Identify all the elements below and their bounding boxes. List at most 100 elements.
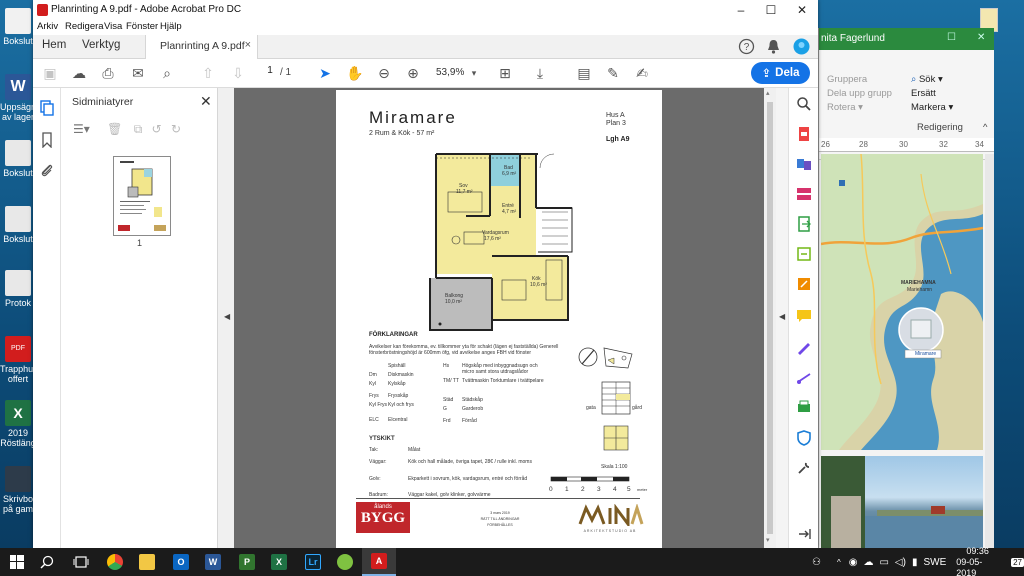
desktop-icon-6[interactable]: PDF Trapphus offert	[0, 336, 38, 384]
menu-hjalp[interactable]: Hjälp	[160, 21, 182, 32]
expand-right-arrow-icon[interactable]: ◀	[779, 312, 785, 321]
project-taskbar-button[interactable]: P	[230, 548, 264, 576]
notification-count-badge[interactable]: 27	[1011, 557, 1024, 567]
attachment-icon[interactable]	[39, 162, 55, 178]
maximize-button[interactable]: ☐	[756, 1, 786, 19]
start-button[interactable]	[0, 548, 34, 576]
clock[interactable]: 09:36 09-05-2019	[956, 546, 999, 576]
more-tools-wrench-icon[interactable]	[796, 460, 812, 476]
search-taskbar-button[interactable]	[30, 548, 64, 576]
measure-icon[interactable]	[796, 370, 812, 386]
desktop-icon-2[interactable]: W Uppsägn av lager	[0, 74, 36, 122]
menu-arkiv[interactable]: Arkiv	[37, 21, 58, 32]
export-file-icon[interactable]	[796, 216, 812, 232]
options-menu-icon[interactable]: ☰▾	[73, 122, 90, 136]
page-number-input[interactable]: 1	[261, 65, 279, 81]
scroll-down-icon[interactable]: ▾	[766, 536, 770, 544]
lightroom-taskbar-button[interactable]: Lr	[296, 548, 330, 576]
zoom-level-select[interactable]: 53,9%	[436, 67, 464, 78]
select-command[interactable]: Markera ▾	[911, 102, 953, 113]
close-icon[interactable]: ✕	[977, 32, 985, 43]
people-icon[interactable]: ⚇	[812, 557, 821, 568]
excel-taskbar-button[interactable]: X	[262, 548, 296, 576]
collapse-tools-pane-icon[interactable]	[796, 526, 812, 542]
search-command[interactable]: ⌕ Sök ▾	[911, 74, 943, 85]
titlebar[interactable]: Planrinting A 9.pdf - Adobe Acrobat Pro …	[33, 0, 818, 20]
share-button[interactable]: ⇪ Dela	[751, 62, 810, 84]
close-button[interactable]: ✕	[787, 1, 817, 19]
scroll-up-icon[interactable]: ▴	[766, 89, 770, 97]
document-vertical-scrollbar[interactable]: ▴ ▾	[764, 88, 776, 548]
desktop-icon-5[interactable]: Protok	[0, 270, 36, 308]
zoom-dropdown-chevron-icon[interactable]: ▾	[464, 64, 484, 82]
desktop-icon-1[interactable]: Bokslut	[0, 8, 36, 46]
print-icon[interactable]: ⎙	[98, 64, 118, 82]
protect-shield-icon[interactable]	[796, 430, 812, 446]
upload-cloud-icon[interactable]: ☁	[69, 64, 89, 82]
page-display-icon[interactable]: ⊞	[495, 64, 515, 82]
collapse-left-arrow-icon[interactable]: ◀	[224, 312, 230, 321]
rotate-left-icon[interactable]: ↺	[152, 122, 162, 136]
minimize-button[interactable]: –	[726, 1, 756, 19]
help-icon[interactable]: ?	[738, 38, 755, 55]
scrollbar-thumb[interactable]	[767, 102, 773, 534]
menu-fonster[interactable]: Fönster	[126, 21, 158, 32]
menu-redigera[interactable]: Redigera	[65, 21, 104, 32]
file-explorer-taskbar-button[interactable]	[130, 548, 164, 576]
email-icon[interactable]: ✉	[128, 64, 148, 82]
sign-icon[interactable]: ✍	[632, 64, 652, 82]
green-app-taskbar-button[interactable]	[328, 548, 362, 576]
task-view-button[interactable]	[64, 548, 98, 576]
restore-icon[interactable]: ☐	[947, 32, 956, 43]
close-tab-icon[interactable]: ×	[245, 39, 251, 51]
compress-icon[interactable]	[796, 246, 812, 262]
input-language-indicator[interactable]: SWE	[923, 557, 946, 568]
rotate-right-icon[interactable]: ↻	[171, 122, 181, 136]
background-scrollbar[interactable]	[985, 154, 994, 548]
search-zoom-icon[interactable]: ⌕	[157, 64, 177, 82]
background-document-window[interactable]: nita Fagerlund ☐ ✕ Gruppera Dela upp gru…	[818, 28, 994, 548]
desktop-icon-4[interactable]: Bokslut	[0, 206, 36, 244]
next-page-icon[interactable]: ⇩	[228, 64, 248, 82]
ungroup-command[interactable]: Dela upp grupp	[827, 88, 892, 99]
background-window-titlebar[interactable]: nita Fagerlund ☐ ✕	[819, 28, 994, 50]
comment-tool-icon[interactable]	[796, 308, 812, 324]
acrobat-taskbar-button[interactable]: A	[362, 548, 396, 576]
left-panel-splitter[interactable]: ◀	[218, 88, 234, 548]
desktop-icon-8[interactable]: Skrivbo på gam	[0, 466, 36, 514]
word-taskbar-button[interactable]: W	[196, 548, 230, 576]
user-avatar-icon[interactable]	[793, 38, 810, 55]
delete-page-icon[interactable]: 🗑	[107, 122, 122, 136]
zoom-in-icon[interactable]: ⊕	[403, 64, 423, 82]
page-thumbnails-icon[interactable]	[39, 100, 55, 116]
replace-command[interactable]: Ersätt	[911, 88, 936, 99]
highlight-pen-icon[interactable]: ✎	[603, 64, 623, 82]
chrome-taskbar-button[interactable]	[98, 548, 132, 576]
cloud-icon[interactable]: ☁	[863, 557, 873, 568]
search-tool-icon[interactable]	[796, 96, 812, 112]
fill-sign-icon[interactable]	[796, 340, 812, 356]
close-panel-icon[interactable]: ✕	[200, 93, 212, 110]
notification-bell-icon[interactable]	[765, 38, 782, 55]
zoom-out-icon[interactable]: ⊖	[374, 64, 394, 82]
outlook-taskbar-button[interactable]: O	[164, 548, 198, 576]
comment-icon[interactable]: ▤	[574, 64, 594, 82]
group-command[interactable]: Gruppera	[827, 74, 867, 85]
save-icon[interactable]: ▣	[40, 64, 60, 82]
bookmark-icon[interactable]	[39, 132, 55, 148]
select-cursor-icon[interactable]: ➤	[315, 64, 335, 82]
scroll-mode-icon[interactable]: ⤓	[530, 64, 550, 82]
desktop-icon-3[interactable]: Bokslut	[0, 140, 36, 178]
tab-home[interactable]: Hem	[42, 39, 66, 51]
extract-page-icon[interactable]: ⧉	[134, 122, 143, 136]
page-thumbnail[interactable]	[113, 156, 171, 236]
menu-visa[interactable]: Visa	[104, 21, 122, 32]
tray-app-icon[interactable]: ◉	[849, 557, 858, 568]
battery-icon[interactable]: ▮	[912, 557, 918, 568]
desktop-icon-7[interactable]: X 2019 Röstläng	[0, 400, 36, 448]
tray-overflow-chevron-icon[interactable]: ^	[837, 558, 841, 567]
tab-tools[interactable]: Verktyg	[82, 39, 120, 51]
combine-files-icon[interactable]	[796, 156, 812, 172]
export-pdf-icon[interactable]	[796, 126, 812, 142]
rotate-command[interactable]: Rotera ▾	[827, 102, 863, 113]
